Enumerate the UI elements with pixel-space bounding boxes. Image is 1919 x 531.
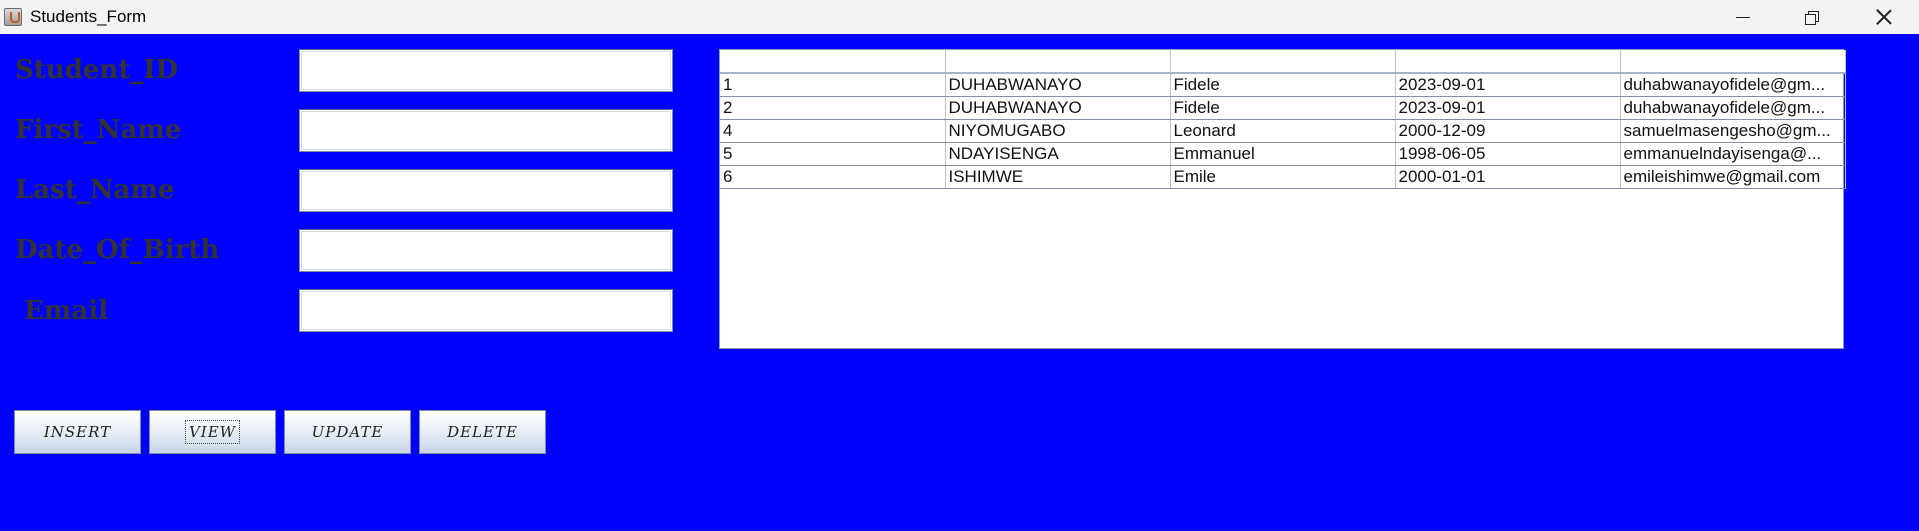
title-bar: Students_Form (0, 0, 1919, 34)
window-title: Students_Form (30, 7, 147, 26)
table-cell[interactable]: ISHIMWE (945, 165, 1171, 189)
column-header[interactable] (1620, 50, 1846, 74)
maximize-button[interactable] (1777, 0, 1845, 34)
table-cell[interactable]: DUHABWANAYO (945, 96, 1171, 120)
student-id-field[interactable] (299, 49, 673, 92)
table-cell[interactable]: DUHABWANAYO (945, 73, 1171, 97)
last-name-field[interactable] (299, 169, 673, 212)
view-button[interactable]: VIEW (149, 410, 276, 454)
table-cell[interactable]: Leonard (1170, 119, 1396, 143)
table-cell[interactable]: 1 (720, 73, 946, 97)
table-cell[interactable]: NIYOMUGABO (945, 119, 1171, 143)
table-row[interactable]: 4 NIYOMUGABO Leonard 2000-12-09 samuelma… (720, 119, 1846, 143)
table-cell[interactable]: 2000-01-01 (1395, 165, 1621, 189)
last-name-label: Last_Name (15, 175, 175, 205)
table-row[interactable]: 5 NDAYISENGA Emmanuel 1998-06-05 emmanue… (720, 142, 1846, 166)
column-header[interactable] (1395, 50, 1621, 74)
restore-icon (1804, 10, 1819, 25)
students-table[interactable]: 1 DUHABWANAYO Fidele 2023-09-01 duhabwan… (719, 49, 1846, 349)
close-icon (1876, 9, 1892, 25)
delete-button-label: DELETE (447, 423, 518, 441)
first-name-label: First_Name (15, 115, 182, 145)
table-row[interactable]: 6 ISHIMWE Emile 2000-01-01 emileishimwe@… (720, 165, 1846, 189)
student-id-label: Student_ID (15, 55, 179, 85)
date-of-birth-field[interactable] (299, 229, 673, 272)
table-cell[interactable]: Fidele (1170, 96, 1396, 120)
table-cell[interactable]: Fidele (1170, 73, 1396, 97)
column-header[interactable] (945, 50, 1171, 74)
view-button-label: VIEW (184, 420, 241, 444)
table-cell[interactable]: Emmanuel (1170, 142, 1396, 166)
table-cell[interactable]: 2 (720, 96, 946, 120)
insert-button-label: INSERT (43, 423, 112, 441)
email-label: Email (15, 296, 108, 326)
table-cell[interactable]: 2023-09-01 (1395, 73, 1621, 97)
table-row[interactable]: 2 DUHABWANAYO Fidele 2023-09-01 duhabwan… (720, 96, 1846, 120)
email-field[interactable] (299, 289, 673, 332)
table-cell[interactable]: 6 (720, 165, 946, 189)
minimize-button[interactable] (1709, 0, 1777, 34)
column-header[interactable] (1170, 50, 1396, 74)
table-cell[interactable]: emmanuelndayisenga@... (1620, 142, 1846, 166)
update-button[interactable]: UPDATE (284, 410, 411, 454)
first-name-field[interactable] (299, 109, 673, 152)
update-button-label: UPDATE (311, 423, 384, 441)
table-cell[interactable]: 2023-09-01 (1395, 96, 1621, 120)
table-cell[interactable]: duhabwanayofidele@gm... (1620, 73, 1846, 97)
delete-button[interactable]: DELETE (419, 410, 546, 454)
table-cell[interactable]: samuelmasengesho@gm... (1620, 119, 1846, 143)
java-cup-icon (4, 8, 22, 26)
close-button[interactable] (1850, 0, 1918, 34)
table-cell[interactable]: Emile (1170, 165, 1396, 189)
table-cell[interactable]: NDAYISENGA (945, 142, 1171, 166)
table-row[interactable]: 1 DUHABWANAYO Fidele 2023-09-01 duhabwan… (720, 73, 1846, 97)
table-cell[interactable]: 4 (720, 119, 946, 143)
column-header[interactable] (720, 50, 946, 74)
table-cell[interactable]: emileishimwe@gmail.com (1620, 165, 1846, 189)
table-header-row (720, 50, 1846, 74)
date-of-birth-label: Date_Of_Birth (15, 235, 220, 265)
table-cell[interactable]: 1998-06-05 (1395, 142, 1621, 166)
minimize-icon (1736, 16, 1750, 18)
table-cell[interactable]: 2000-12-09 (1395, 119, 1621, 143)
table-cell[interactable]: duhabwanayofidele@gm... (1620, 96, 1846, 120)
table-cell[interactable]: 5 (720, 142, 946, 166)
insert-button[interactable]: INSERT (14, 410, 141, 454)
